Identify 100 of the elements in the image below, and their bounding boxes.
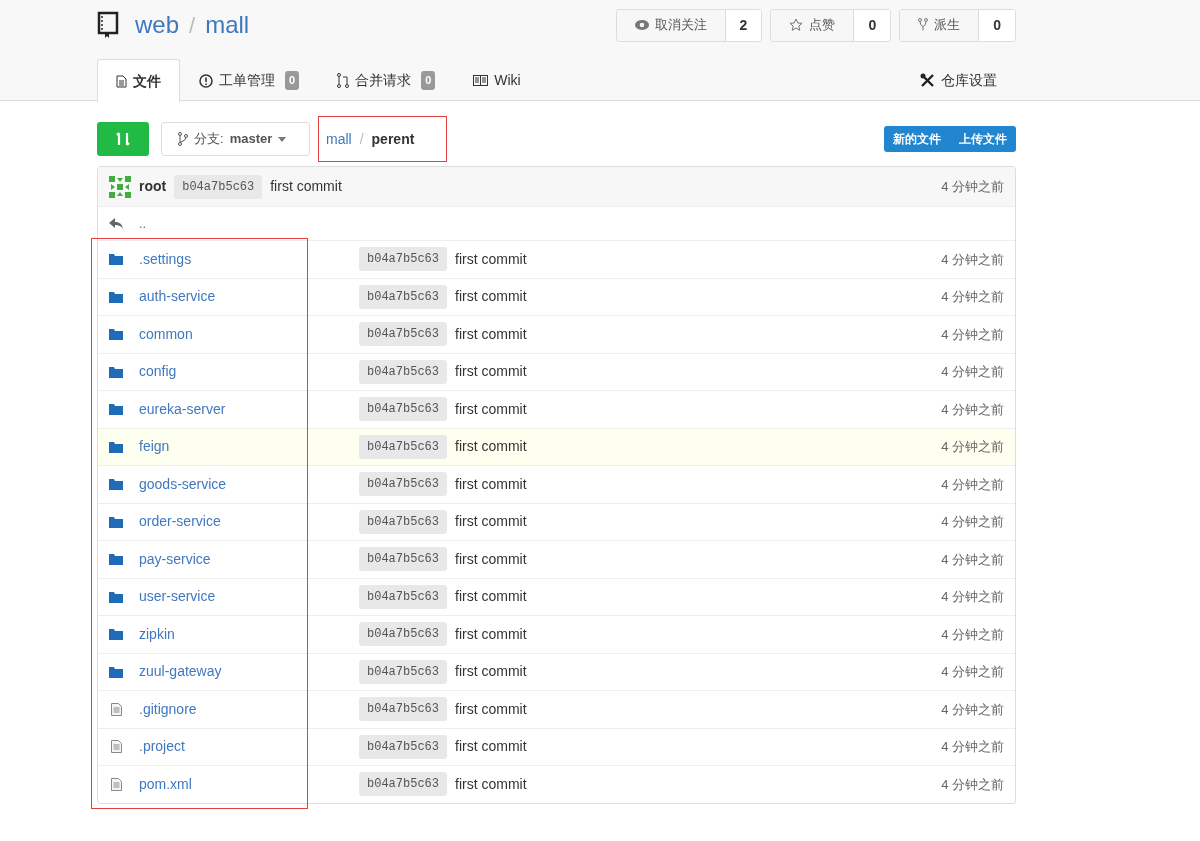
compare-arrows-icon xyxy=(115,130,131,148)
commit-sha: b04a7b5c63 xyxy=(359,697,447,722)
folder-icon xyxy=(109,403,123,416)
commit-message: first commit xyxy=(455,249,527,269)
folder-icon xyxy=(109,665,123,678)
commit-time: 4 分钟之前 xyxy=(941,700,1004,719)
commit-author: root xyxy=(139,177,167,196)
commit-time: 4 分钟之前 xyxy=(941,325,1004,344)
star-count: 0 xyxy=(853,9,891,41)
tab[interactable]: 文件 xyxy=(97,59,180,102)
folder-name-link[interactable]: user-service xyxy=(139,586,349,608)
folder-name-link[interactable]: zuul-gateway xyxy=(139,661,349,683)
commit-message: first commit xyxy=(455,774,527,794)
commit-time: 4 分钟之前 xyxy=(941,625,1004,644)
commit-time: 4 分钟之前 xyxy=(941,738,1004,756)
commit-sha: b04a7b5c63 xyxy=(359,359,447,384)
document-icon xyxy=(116,74,127,88)
back-arrow-icon xyxy=(109,217,123,230)
folder-name-link[interactable]: goods-service xyxy=(139,473,349,495)
commit-message: first commit xyxy=(455,662,527,682)
commit-sha: b04a7b5c63 xyxy=(359,734,447,759)
repo-name-link[interactable]: mall xyxy=(205,7,250,43)
file-name-link[interactable]: .project xyxy=(139,736,349,758)
folder-icon xyxy=(109,590,123,603)
folder-name-link[interactable]: common xyxy=(139,323,349,345)
commit-message: first commit xyxy=(455,587,527,607)
count-badge: 0 xyxy=(421,71,436,90)
commit-sha: b04a7b5c63 xyxy=(359,622,447,647)
folder-name-link[interactable]: feign xyxy=(139,436,349,458)
file-name-link[interactable]: pom.xml xyxy=(139,773,349,795)
folder-icon xyxy=(109,478,123,491)
tab[interactable]: 合并请求 0 xyxy=(318,59,455,101)
eye-icon xyxy=(634,20,649,30)
folder-icon xyxy=(109,440,123,453)
commit-sha: b04a7b5c63 xyxy=(359,397,447,422)
branch-dropdown[interactable]: 分支: master xyxy=(161,122,310,156)
commit-time: 4 分钟之前 xyxy=(941,400,1004,419)
folder-icon xyxy=(109,553,123,566)
path-separator: / xyxy=(189,11,196,40)
folder-name-link[interactable]: zipkin xyxy=(139,623,349,645)
repo-book-icon xyxy=(97,11,119,39)
commit-message: first commit xyxy=(455,362,527,382)
commit-sha: b04a7b5c63 xyxy=(174,174,263,199)
current-folder: perent xyxy=(371,129,415,149)
breadcrumb-link[interactable]: mall xyxy=(326,128,352,150)
file-action-button[interactable]: 上传文件 xyxy=(950,126,1016,152)
commit-time: 4 分钟之前 xyxy=(941,550,1004,569)
commit-sha: b04a7b5c63 xyxy=(359,547,447,572)
commit-message: first commit xyxy=(455,737,527,757)
commit-sha: b04a7b5c63 xyxy=(359,584,447,609)
avatar-icon xyxy=(109,175,131,198)
compare-button[interactable] xyxy=(97,122,149,156)
commit-sha: b04a7b5c63 xyxy=(359,247,447,272)
commit-sha: b04a7b5c63 xyxy=(359,322,447,347)
folder-name-link[interactable]: pay-service xyxy=(139,548,349,570)
folder-name-link[interactable]: eureka-server xyxy=(139,398,349,420)
parent-directory-link[interactable]: .. xyxy=(139,213,147,234)
commit-time: 4 分钟之前 xyxy=(941,177,1004,196)
commit-time: 4 分钟之前 xyxy=(941,588,1004,606)
file-action-button[interactable]: 新的文件 xyxy=(884,126,950,152)
folder-icon xyxy=(109,253,123,266)
commit-sha: b04a7b5c63 xyxy=(359,284,447,309)
tab[interactable]: 工单管理 0 xyxy=(180,59,319,101)
folder-name-link[interactable]: config xyxy=(139,361,349,383)
commit-time: 4 分钟之前 xyxy=(941,250,1004,269)
folder-name-link[interactable]: order-service xyxy=(139,511,349,533)
folder-name-link[interactable]: .settings xyxy=(139,248,349,270)
commit-time: 4 分钟之前 xyxy=(941,513,1004,531)
path-separator: / xyxy=(359,129,364,149)
commit-time: 4 分钟之前 xyxy=(941,775,1004,794)
commit-sha: b04a7b5c63 xyxy=(359,772,447,797)
commit-message: first commit xyxy=(455,512,527,532)
repo-owner-link[interactable]: web xyxy=(135,7,180,43)
commit-sha: b04a7b5c63 xyxy=(359,472,447,497)
commit-time: 4 分钟之前 xyxy=(941,438,1004,456)
file-icon xyxy=(110,740,122,754)
folder-icon xyxy=(109,628,123,641)
tools-icon xyxy=(920,73,935,88)
watch-count: 2 xyxy=(724,9,762,41)
fork-count: 0 xyxy=(978,9,1015,41)
folder-icon xyxy=(109,328,123,341)
commit-sha: b04a7b5c63 xyxy=(359,434,447,459)
commit-sha: b04a7b5c63 xyxy=(359,509,447,534)
file-icon xyxy=(110,702,122,716)
commit-message: first commit xyxy=(455,549,527,569)
commit-message: first commit xyxy=(455,399,527,419)
file-name-link[interactable]: .gitignore xyxy=(139,698,349,720)
commit-message: first commit xyxy=(455,437,527,457)
folder-name-link[interactable]: auth-service xyxy=(139,286,349,308)
fork-icon xyxy=(918,18,929,32)
tab[interactable]: Wiki xyxy=(454,59,540,101)
settings-tab[interactable]: 仓库设置 xyxy=(901,59,1016,101)
alert-icon xyxy=(199,73,213,88)
star-icon xyxy=(789,18,804,32)
commit-time: 4 分钟之前 xyxy=(941,363,1004,381)
commit-message: first commit xyxy=(455,699,527,719)
commit-message: first commit xyxy=(455,474,527,494)
merge-icon xyxy=(337,73,350,88)
commit-message: first commit xyxy=(270,177,342,196)
folder-icon xyxy=(109,365,123,378)
